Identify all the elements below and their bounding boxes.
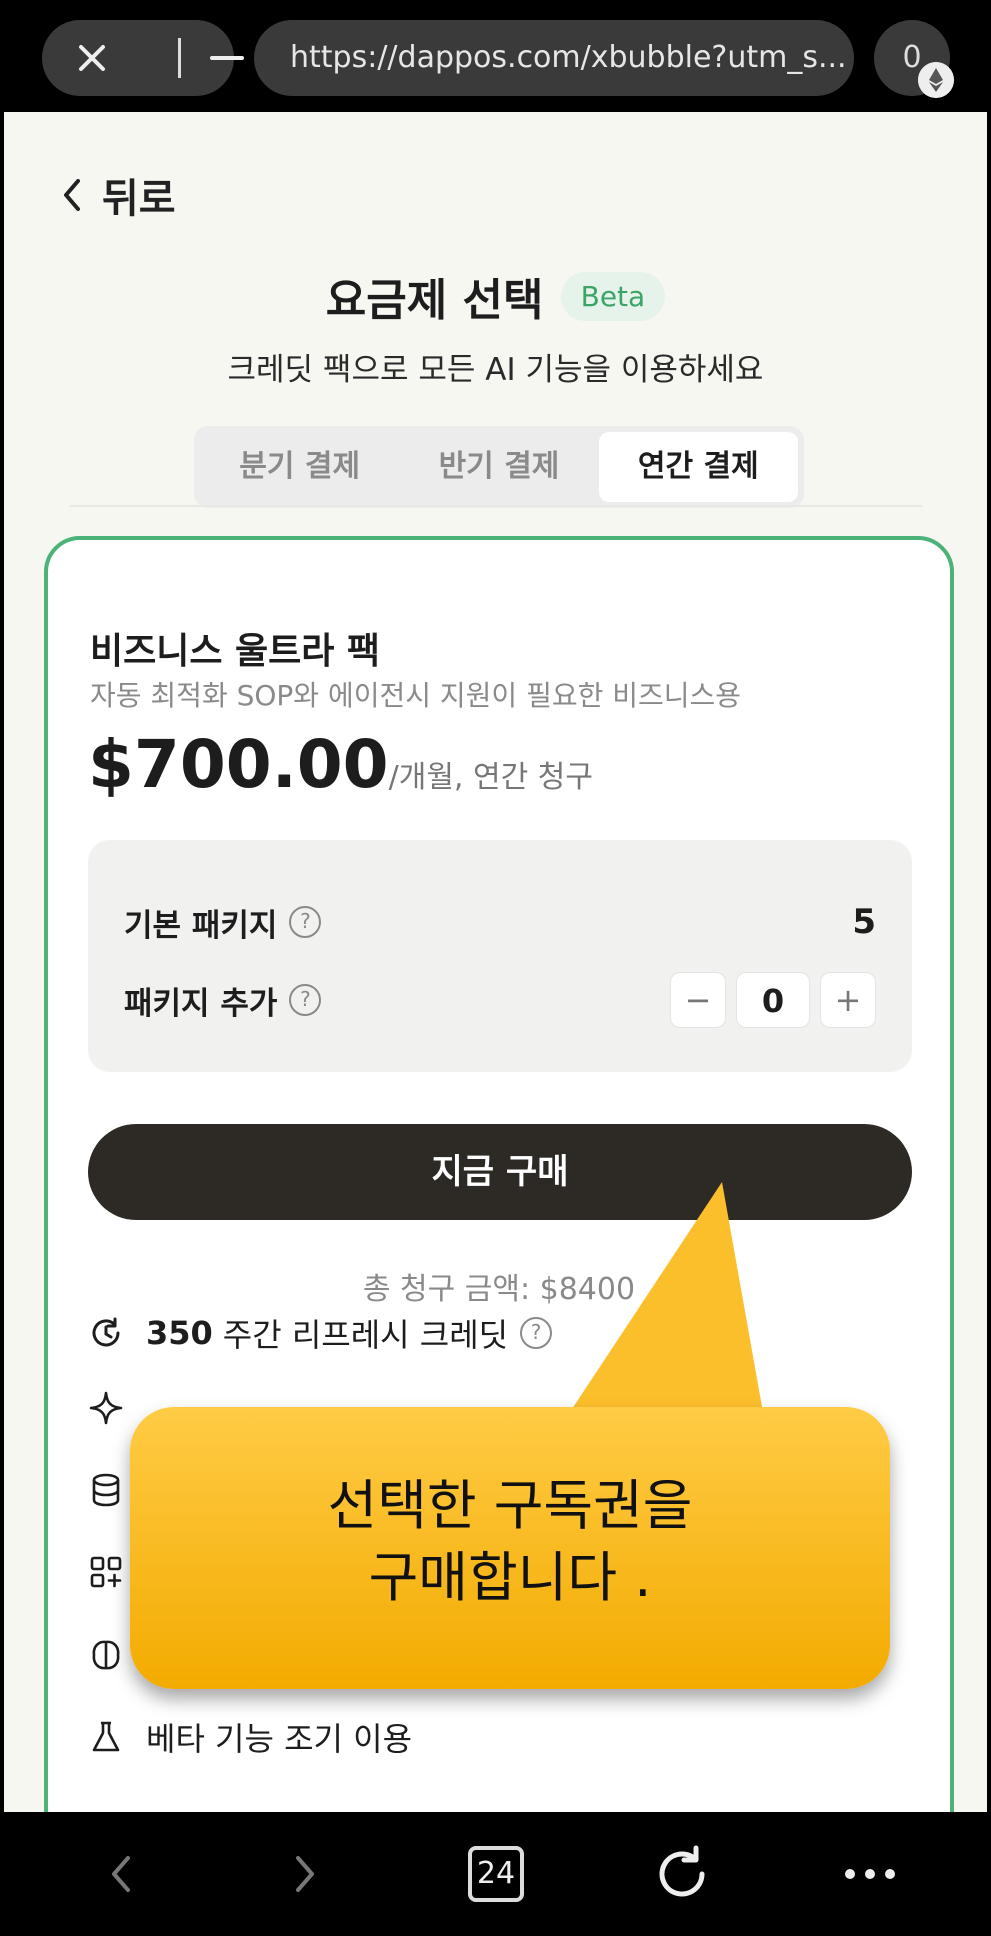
wallet-count: 0 xyxy=(902,40,922,75)
flask-icon xyxy=(92,1721,120,1752)
help-icon[interactable]: ? xyxy=(289,906,322,938)
feature-item: 확장된 메모리 xyxy=(88,1630,333,1680)
add-package-label: 패키지 추가 xyxy=(124,985,278,1022)
plan-name: 비즈니스 울트라 팩 xyxy=(90,631,381,672)
help-icon[interactable]: ? xyxy=(289,984,322,1016)
divider xyxy=(70,505,922,507)
plan-price: $700.00/개월, 연간 청구 xyxy=(88,726,593,803)
tab-annual[interactable]: 연간 결제 xyxy=(598,432,798,502)
price-amount: $700.00 xyxy=(88,726,389,803)
brain-icon xyxy=(92,1640,120,1670)
increment-button[interactable]: + xyxy=(820,972,876,1028)
ethereum-icon xyxy=(918,62,954,98)
forward-arrow-icon[interactable] xyxy=(290,1844,320,1904)
browser-top-bar: https://dappos.com/xbubble?utm_s... 0 xyxy=(0,0,991,112)
page-title: 요금제 선택 xyxy=(325,275,544,326)
help-icon[interactable]: ? xyxy=(520,1317,553,1349)
base-package-label: 기본 패키지 xyxy=(124,907,278,944)
billing-period-tabs: 분기 결제 반기 결제 연간 결제 xyxy=(194,426,804,508)
buy-now-button[interactable]: 지금 구매 xyxy=(88,1124,912,1220)
back-arrow-icon[interactable] xyxy=(106,1844,136,1904)
title-row: 요금제 선택 Beta xyxy=(4,264,987,328)
back-button[interactable]: 뒤로 xyxy=(58,166,176,224)
decrement-button[interactable]: − xyxy=(670,972,726,1028)
divider xyxy=(178,38,181,78)
plan-description: 자동 최적화 SOP와 에이전시 지원이 필요한 비즈니스용 xyxy=(90,679,742,712)
page: 뒤로 요금제 선택 Beta 크레딧 팩으로 모든 AI 기능을 이용하세요 분… xyxy=(4,112,987,1812)
minimize-icon[interactable] xyxy=(210,56,244,60)
feature-bold-value: 350 xyxy=(146,1314,213,1352)
page-subtitle: 크레딧 팩으로 모든 AI 기능을 이용하세요 xyxy=(227,352,764,388)
sparkle-icon xyxy=(89,1391,123,1425)
total-billing: 총 청구 금액: $8400 xyxy=(362,1272,636,1307)
refresh-icon xyxy=(92,1317,120,1347)
address-bar[interactable]: https://dappos.com/xbubble?utm_s... xyxy=(254,20,854,96)
base-package-row: 기본 패키지 ? 5 xyxy=(124,892,876,952)
quantity-input[interactable]: 0 xyxy=(736,972,810,1028)
add-package-row: 패키지 추가 ? − 0 + xyxy=(124,970,876,1030)
back-label: 뒤로 xyxy=(102,176,176,222)
wallet-badge[interactable]: 0 xyxy=(874,20,954,98)
beta-badge: Beta xyxy=(560,271,666,321)
price-suffix: /개월, 연간 청구 xyxy=(388,760,593,795)
package-panel: 기본 패키지 ? 5 패키지 추가 ? − 0 + xyxy=(88,840,912,1072)
feature-item: 베타 기능 조기 이용 xyxy=(88,1712,412,1762)
feature-text: 주간 리프레시 크레딧 xyxy=(222,1316,509,1354)
feature-text: 베타 기능 조기 이용 xyxy=(146,1720,413,1758)
apps-add-icon xyxy=(90,1556,122,1588)
tab-quarterly[interactable]: 분기 결제 xyxy=(200,432,399,502)
feature-item: 350 주간 리프레시 크레딧 ? xyxy=(88,1308,553,1358)
reload-icon[interactable] xyxy=(654,1844,710,1904)
database-icon xyxy=(92,1473,120,1507)
plan-card: 비즈니스 울트라 팩 자동 최적화 SOP와 에이전시 지원이 필요한 비즈니스… xyxy=(44,536,954,1812)
tabs-button[interactable]: 24 xyxy=(468,1846,524,1902)
window-controls xyxy=(42,20,244,96)
feature-text: 확장된 메모리 xyxy=(146,1638,333,1676)
close-icon[interactable] xyxy=(72,38,112,78)
base-package-value: 5 xyxy=(852,902,876,942)
tab-semiannual[interactable]: 반기 결제 xyxy=(399,432,598,502)
chevron-left-icon xyxy=(64,179,80,211)
quantity-stepper: − 0 + xyxy=(670,972,876,1028)
more-icon[interactable] xyxy=(842,1844,898,1904)
